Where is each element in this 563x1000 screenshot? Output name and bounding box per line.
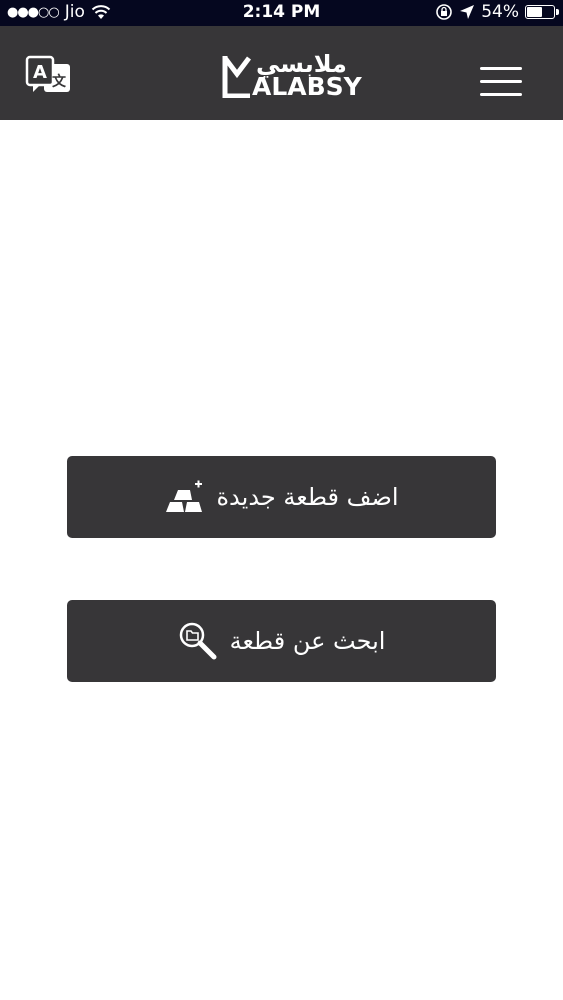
translate-icon: A 文 (25, 55, 70, 92)
svg-text:文: 文 (52, 73, 67, 90)
logo-m-mark (222, 56, 251, 98)
app-logo: ملابسي ALABSY (222, 50, 362, 102)
search-icon (179, 622, 217, 660)
battery-fill (527, 7, 543, 17)
translate-button[interactable]: A 文 (24, 54, 74, 100)
add-new-item-label: اضف قطعة جديدة (216, 483, 399, 511)
menu-button[interactable] (478, 64, 526, 100)
status-bar: ●●●○○ Jio 2:14 PM 54% (0, 0, 563, 26)
location-arrow-icon (460, 5, 475, 19)
status-right: 54% (435, 2, 559, 22)
app-header: A 文 ملابسي ALABSY (0, 26, 563, 120)
hamburger-menu-icon (480, 67, 522, 70)
search-item-label: ابحث عن قطعة (229, 627, 386, 655)
rotation-lock-icon (436, 4, 453, 20)
search-item-button[interactable]: ابحث عن قطعة (67, 600, 496, 682)
hamburger-line (480, 93, 522, 96)
battery-icon (525, 5, 559, 19)
add-new-item-button[interactable]: اضف قطعة جديدة (67, 456, 496, 538)
add-item-icon (166, 480, 203, 512)
svg-text:A: A (33, 62, 47, 83)
logo-latin-text: ALABSY (252, 72, 362, 101)
hamburger-line (480, 80, 522, 83)
battery-percentage: 54% (481, 2, 519, 22)
